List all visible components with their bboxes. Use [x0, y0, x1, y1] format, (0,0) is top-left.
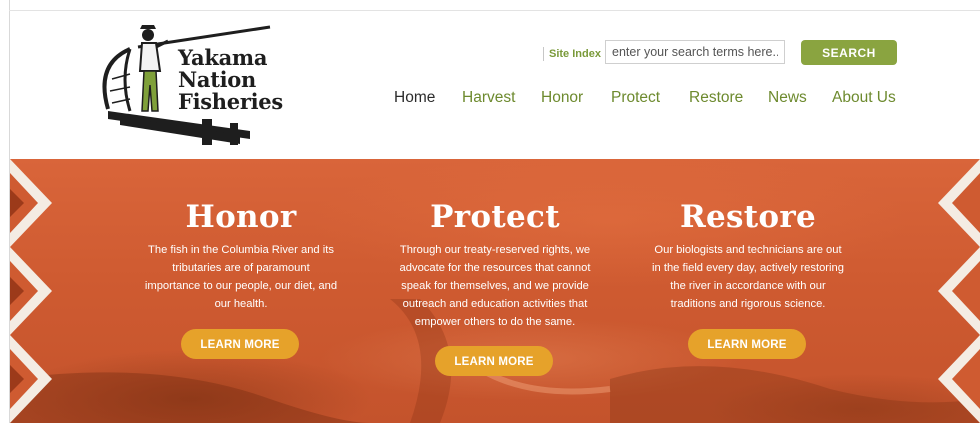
honor-learn-more-button[interactable]: LEARN MORE	[181, 329, 299, 359]
search-button[interactable]: SEARCH	[801, 40, 897, 65]
nav-protect[interactable]: Protect	[611, 89, 660, 107]
nav-news[interactable]: News	[768, 89, 807, 107]
protect-line: speak for themselves, and we provide	[401, 280, 589, 292]
logo-line-1: Yakama	[178, 45, 268, 70]
restore-line: Our biologists and technicians are out	[654, 244, 842, 256]
restore-line: traditions and rigorous science.	[670, 298, 826, 310]
site-header: Yakama Nation Fisheries Site Index SEARC…	[10, 11, 980, 159]
protect-line: empower others to do the same.	[414, 316, 576, 328]
honor-line: importance to our people, our diet, and	[144, 280, 338, 292]
nav-home[interactable]: Home	[394, 89, 435, 107]
restore-title: Restore	[679, 199, 817, 235]
protect-line: outreach and education activities that	[402, 298, 588, 310]
main-nav: Home Harvest Honor Protect Restore News …	[10, 89, 980, 113]
protect-column: Protect Through our treaty-reserved righ…	[370, 199, 620, 331]
restore-line: in the field every day, actively restori…	[652, 262, 844, 274]
restore-line: the river in accordance with our	[670, 280, 826, 292]
restore-learn-more-button[interactable]: LEARN MORE	[688, 329, 806, 359]
restore-column: Restore Our biologists and technicians a…	[623, 199, 873, 313]
honor-title: Honor	[185, 199, 297, 235]
protect-title: Protect	[430, 199, 560, 235]
logo-line-2: Nation	[178, 67, 256, 92]
nav-about-us[interactable]: About Us	[832, 89, 896, 107]
honor-column: Honor The fish in the Columbia River and…	[116, 199, 366, 313]
nav-harvest[interactable]: Harvest	[462, 89, 515, 107]
honor-line: The fish in the Columbia River and its	[148, 244, 334, 256]
protect-learn-more-button[interactable]: LEARN MORE	[435, 346, 553, 376]
protect-line: Through our treaty-reserved rights, we	[399, 244, 591, 256]
nav-restore[interactable]: Restore	[689, 89, 743, 107]
nav-honor[interactable]: Honor	[541, 89, 583, 107]
honor-line: tributaries are of paramount	[172, 262, 310, 274]
search-input[interactable]	[605, 40, 785, 64]
honor-description: The fish in the Columbia River and its t…	[116, 241, 366, 313]
hero-banner: Honor The fish in the Columbia River and…	[10, 159, 980, 423]
site-index-link[interactable]: Site Index	[543, 47, 601, 61]
protect-line: advocate for the resources that cannot	[399, 262, 591, 274]
protect-description: Through our treaty-reserved rights, we a…	[370, 241, 620, 331]
honor-line: our health.	[214, 298, 268, 310]
restore-description: Our biologists and technicians are out i…	[623, 241, 873, 313]
